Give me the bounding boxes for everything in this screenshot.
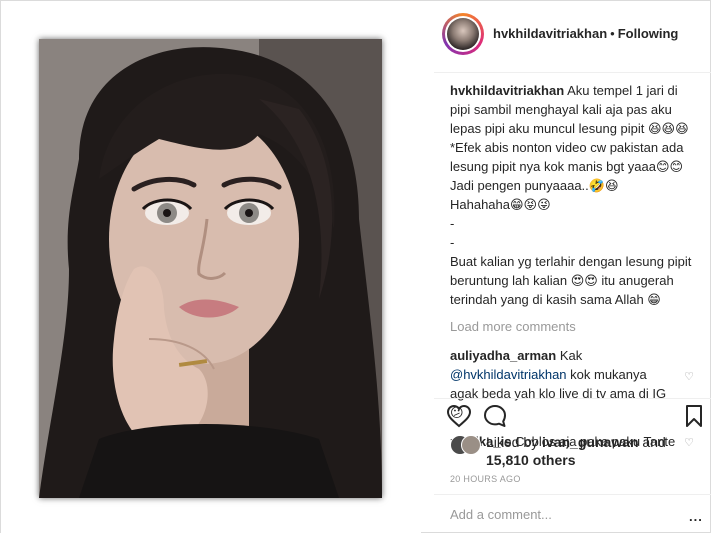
comment-username[interactable]: auliyadha_arman [450,348,556,363]
following-button[interactable]: Following [618,26,679,41]
avatar[interactable] [442,13,484,55]
avatar-border [445,16,481,52]
add-comment-input[interactable]: Add a comment... [450,507,552,522]
media-area [1,1,421,534]
comment-bubble-icon[interactable] [483,404,507,433]
post-header: hvkhildavitriakhan • Following [434,13,711,61]
liker-avatar[interactable] [461,435,481,455]
likes-others-count[interactable]: 15,810 others [486,452,576,468]
actions-divider [434,398,711,399]
heart-icon[interactable] [446,404,472,433]
header-username[interactable]: hvkhildavitriakhan [493,26,607,41]
comment-text: Kak [559,348,583,363]
avatar-image [447,18,479,50]
post-timestamp[interactable]: 20 HOURS AGO [450,474,521,484]
comment-like-heart-icon[interactable]: ♡ [684,368,694,387]
more-options-icon[interactable]: ... [689,509,703,524]
comment-box-divider [434,494,711,495]
comments-section: hvkhildavitriakhan Aku tempel 1 jari di … [450,81,700,451]
portrait-illustration [39,39,382,498]
header-separator: • [610,26,615,41]
caption-username[interactable]: hvkhildavitriakhan [450,83,564,98]
caption-text: Aku tempel 1 jari di pipi sambil menghay… [450,83,692,307]
post-side-panel: hvkhildavitriakhan • Following hvkhildavit… [434,1,711,534]
load-more-comments-button[interactable]: Load more comments [450,317,700,336]
likes-conjunction: and [642,434,666,450]
likes-prefix: Liked by [486,434,539,450]
likes-text: Liked by ivan_gunawan and 15,810 others [486,433,696,469]
header-divider [434,72,711,73]
action-bar [434,401,711,437]
post-photo[interactable] [39,39,382,498]
liked-by-username[interactable]: ivan_gunawan [542,434,638,450]
instagram-post: hvkhildavitriakhan • Following hvkhildavit… [0,0,711,534]
comment-mention[interactable]: @hvkhildavitriakhan [450,367,567,382]
header-line: hvkhildavitriakhan • Following [493,26,678,41]
caption: hvkhildavitriakhan Aku tempel 1 jari di … [450,81,700,309]
bookmark-icon[interactable] [684,404,704,433]
